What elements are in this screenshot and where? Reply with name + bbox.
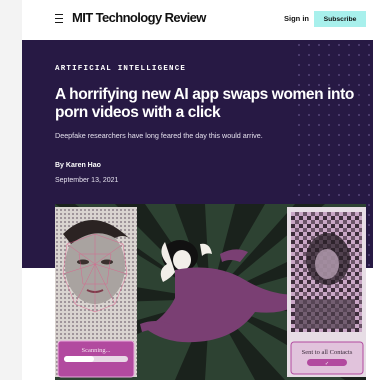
subscribe-button[interactable]: Subscribe (314, 11, 366, 27)
svg-text:✓: ✓ (325, 361, 329, 367)
scanning-label: Scanning... (81, 347, 110, 354)
page: MIT Technology Review Sign in Subscribe … (22, 0, 373, 380)
article-byline[interactable]: By Karen Hao (55, 162, 101, 169)
site-logo[interactable]: MIT Technology Review (72, 10, 206, 25)
article-date: September 13, 2021 (55, 177, 119, 184)
article-illustration: Scanning... Sent to all Contacts ✓ (55, 204, 366, 380)
sent-label: Sent to all Contacts (302, 349, 353, 356)
article-category[interactable]: ARTIFICIAL INTELLIGENCE (55, 65, 186, 73)
left-phone-illustration: Scanning... (55, 207, 137, 378)
menu-icon[interactable] (55, 14, 63, 23)
article-title: A horrifying new AI app swaps women into… (55, 86, 354, 121)
sign-in-link[interactable]: Sign in (284, 14, 309, 23)
site-header: MIT Technology Review Sign in Subscribe (22, 0, 373, 40)
right-phone-illustration: Sent to all Contacts ✓ (287, 207, 366, 377)
article-dek: Deepfake researchers have long feared th… (55, 131, 263, 140)
